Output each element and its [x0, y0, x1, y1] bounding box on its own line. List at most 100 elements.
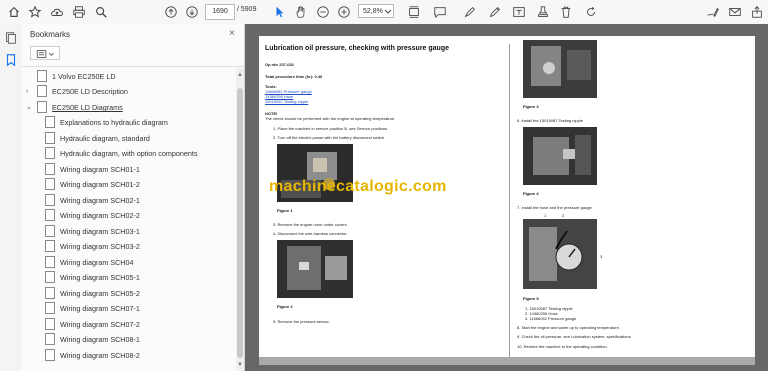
- bookmark-item[interactable]: Wiring diagram SCH08-1: [45, 332, 140, 347]
- step-text: 7. Install the hose and the pressure gau…: [517, 205, 592, 210]
- bookmark-item[interactable]: Wiring diagram SCH05-2: [45, 286, 140, 301]
- part-text: 3. 11666052 Pressure gauge: [525, 316, 577, 321]
- watermark-text: machinecatalogic.com: [269, 178, 447, 195]
- document-icon: [45, 302, 55, 315]
- bookmark-item[interactable]: Wiring diagram SCH02-1: [45, 193, 140, 208]
- document-icon: [45, 194, 55, 207]
- figure-photo: [523, 127, 597, 185]
- document-icon: [45, 318, 55, 331]
- select-cursor-icon[interactable]: [272, 4, 288, 20]
- bookmark-item[interactable]: 1 Volvo EC250E LD: [37, 69, 116, 84]
- document-icon: [37, 101, 47, 114]
- fit-page-icon[interactable]: [406, 4, 422, 20]
- zoom-out-icon[interactable]: [315, 4, 331, 20]
- page-number-input[interactable]: 1690: [205, 4, 235, 20]
- figure-caption: Figure 5: [523, 296, 539, 301]
- figure-callout: 3: [600, 254, 603, 259]
- bookmark-item[interactable]: Wiring diagram SCH01-2: [45, 177, 140, 192]
- bookmark-item[interactable]: Wiring diagram SCH03-2: [45, 239, 140, 254]
- toolbar: 1690 / 5909 52,8%: [0, 0, 768, 25]
- bookmark-item[interactable]: Wiring diagram SCH02-2: [45, 208, 140, 223]
- home-icon[interactable]: [6, 4, 22, 20]
- previous-page-icon[interactable]: [163, 4, 179, 20]
- search-icon[interactable]: [93, 4, 109, 20]
- bookmark-item[interactable]: Explanations to hydraulic diagram: [45, 115, 168, 130]
- mail-icon[interactable]: [727, 4, 743, 20]
- delete-icon[interactable]: [558, 4, 574, 20]
- tool-link[interactable]: 15019087 Testing nipple: [265, 99, 308, 104]
- panel-title: Bookmarks: [30, 30, 71, 39]
- highlight-pen-icon[interactable]: [462, 4, 478, 20]
- nipple-photo: [523, 127, 597, 185]
- zoom-in-icon[interactable]: [336, 4, 352, 20]
- bookmarks-scrollbar[interactable]: ▲ ▼: [236, 68, 244, 371]
- figure-caption: Figure 1: [277, 208, 293, 213]
- bookmark-item[interactable]: Hydraulic diagram, with option component…: [45, 146, 197, 161]
- figure-photo: [523, 219, 597, 289]
- hand-tool-icon[interactable]: [293, 4, 309, 20]
- figure-caption: Figure 2: [277, 304, 293, 309]
- scrollbar-thumb[interactable]: [237, 88, 243, 358]
- scroll-down-icon[interactable]: ▼: [237, 362, 243, 368]
- chevron-down-icon[interactable]: [384, 6, 392, 16]
- chevron-down-icon[interactable]: ⌄: [26, 100, 32, 115]
- bookmark-item[interactable]: Wiring diagram SCH04: [45, 255, 134, 270]
- step-text: 10. Restore the machine to the operating…: [517, 344, 608, 349]
- navigation-rail: [0, 24, 23, 371]
- bookmark-item[interactable]: Wiring diagram SCH07-2: [45, 317, 140, 332]
- bookmark-item[interactable]: Wiring diagram SCH01-1: [45, 162, 140, 177]
- bookmark-options-button[interactable]: [30, 46, 60, 60]
- step-text: 2. Turn off the electric power with the …: [273, 135, 386, 140]
- procedure-time: Total procedure time (hr): 0.40: [265, 74, 323, 79]
- figure-caption: Figure 3: [523, 104, 539, 109]
- next-page-icon[interactable]: [184, 4, 200, 20]
- bookmark-item[interactable]: Wiring diagram SCH08-2: [45, 348, 140, 363]
- page-total: / 5909: [237, 6, 257, 13]
- close-icon[interactable]: ×: [229, 28, 235, 39]
- comment-icon[interactable]: [432, 4, 448, 20]
- pages-icon[interactable]: [3, 30, 19, 46]
- print-icon[interactable]: [71, 4, 87, 20]
- step-text: 8. Start the engine and warm up to opera…: [517, 325, 620, 330]
- share-icon[interactable]: [749, 4, 765, 20]
- pdf-page: Lubrication oil pressure, checking with …: [259, 36, 755, 357]
- star-icon[interactable]: [27, 4, 43, 20]
- bookmark-item[interactable]: Wiring diagram SCH03-1: [45, 224, 140, 239]
- document-icon: [45, 333, 55, 346]
- stamp-icon[interactable]: [535, 4, 551, 20]
- step-text: 9. Check the oil pressure, see Lubricati…: [517, 334, 631, 339]
- figure-caption: Figure 4: [523, 191, 539, 196]
- options-list-icon: [36, 50, 54, 58]
- bookmark-item[interactable]: Hydraulic diagram, standard: [45, 131, 150, 146]
- figure-photo: [523, 40, 597, 98]
- rotate-icon[interactable]: [583, 4, 599, 20]
- document-icon: [37, 85, 47, 98]
- document-icon: [45, 163, 55, 176]
- figure-callout: 1: [544, 213, 547, 218]
- sensor-photo: [523, 40, 597, 98]
- document-icon: [45, 178, 55, 191]
- draw-icon[interactable]: [487, 4, 503, 20]
- sign-icon[interactable]: [705, 4, 721, 20]
- bookmark-item[interactable]: › EC250E LD Description: [26, 84, 128, 99]
- step-text: 5. Remove the pressure sensor.: [273, 319, 330, 324]
- document-icon: [37, 70, 47, 83]
- chevron-right-icon[interactable]: ›: [26, 84, 28, 99]
- upload-cloud-icon[interactable]: [49, 4, 65, 20]
- figure-photo: [277, 240, 353, 298]
- bookmark-icon[interactable]: [3, 52, 19, 68]
- document-icon: [45, 256, 55, 269]
- bookmark-item[interactable]: Wiring diagram SCH07-1: [45, 301, 140, 316]
- document-icon: [45, 116, 55, 129]
- document-icon: [45, 287, 55, 300]
- column-divider: [509, 44, 510, 357]
- scroll-up-icon[interactable]: ▲: [237, 72, 243, 78]
- document-viewer[interactable]: Lubrication oil pressure, checking with …: [245, 24, 768, 371]
- bookmark-item[interactable]: Wiring diagram SCH05-1: [45, 270, 140, 285]
- text-box-icon[interactable]: [511, 4, 527, 20]
- bookmark-item-selected[interactable]: ⌄ EC250E LD Diagrams: [26, 100, 123, 115]
- step-text: 4. Disconnect the wire-harness connector…: [273, 231, 348, 236]
- page-title: Lubrication oil pressure, checking with …: [265, 45, 449, 52]
- document-icon: [45, 225, 55, 238]
- document-icon: [45, 209, 55, 222]
